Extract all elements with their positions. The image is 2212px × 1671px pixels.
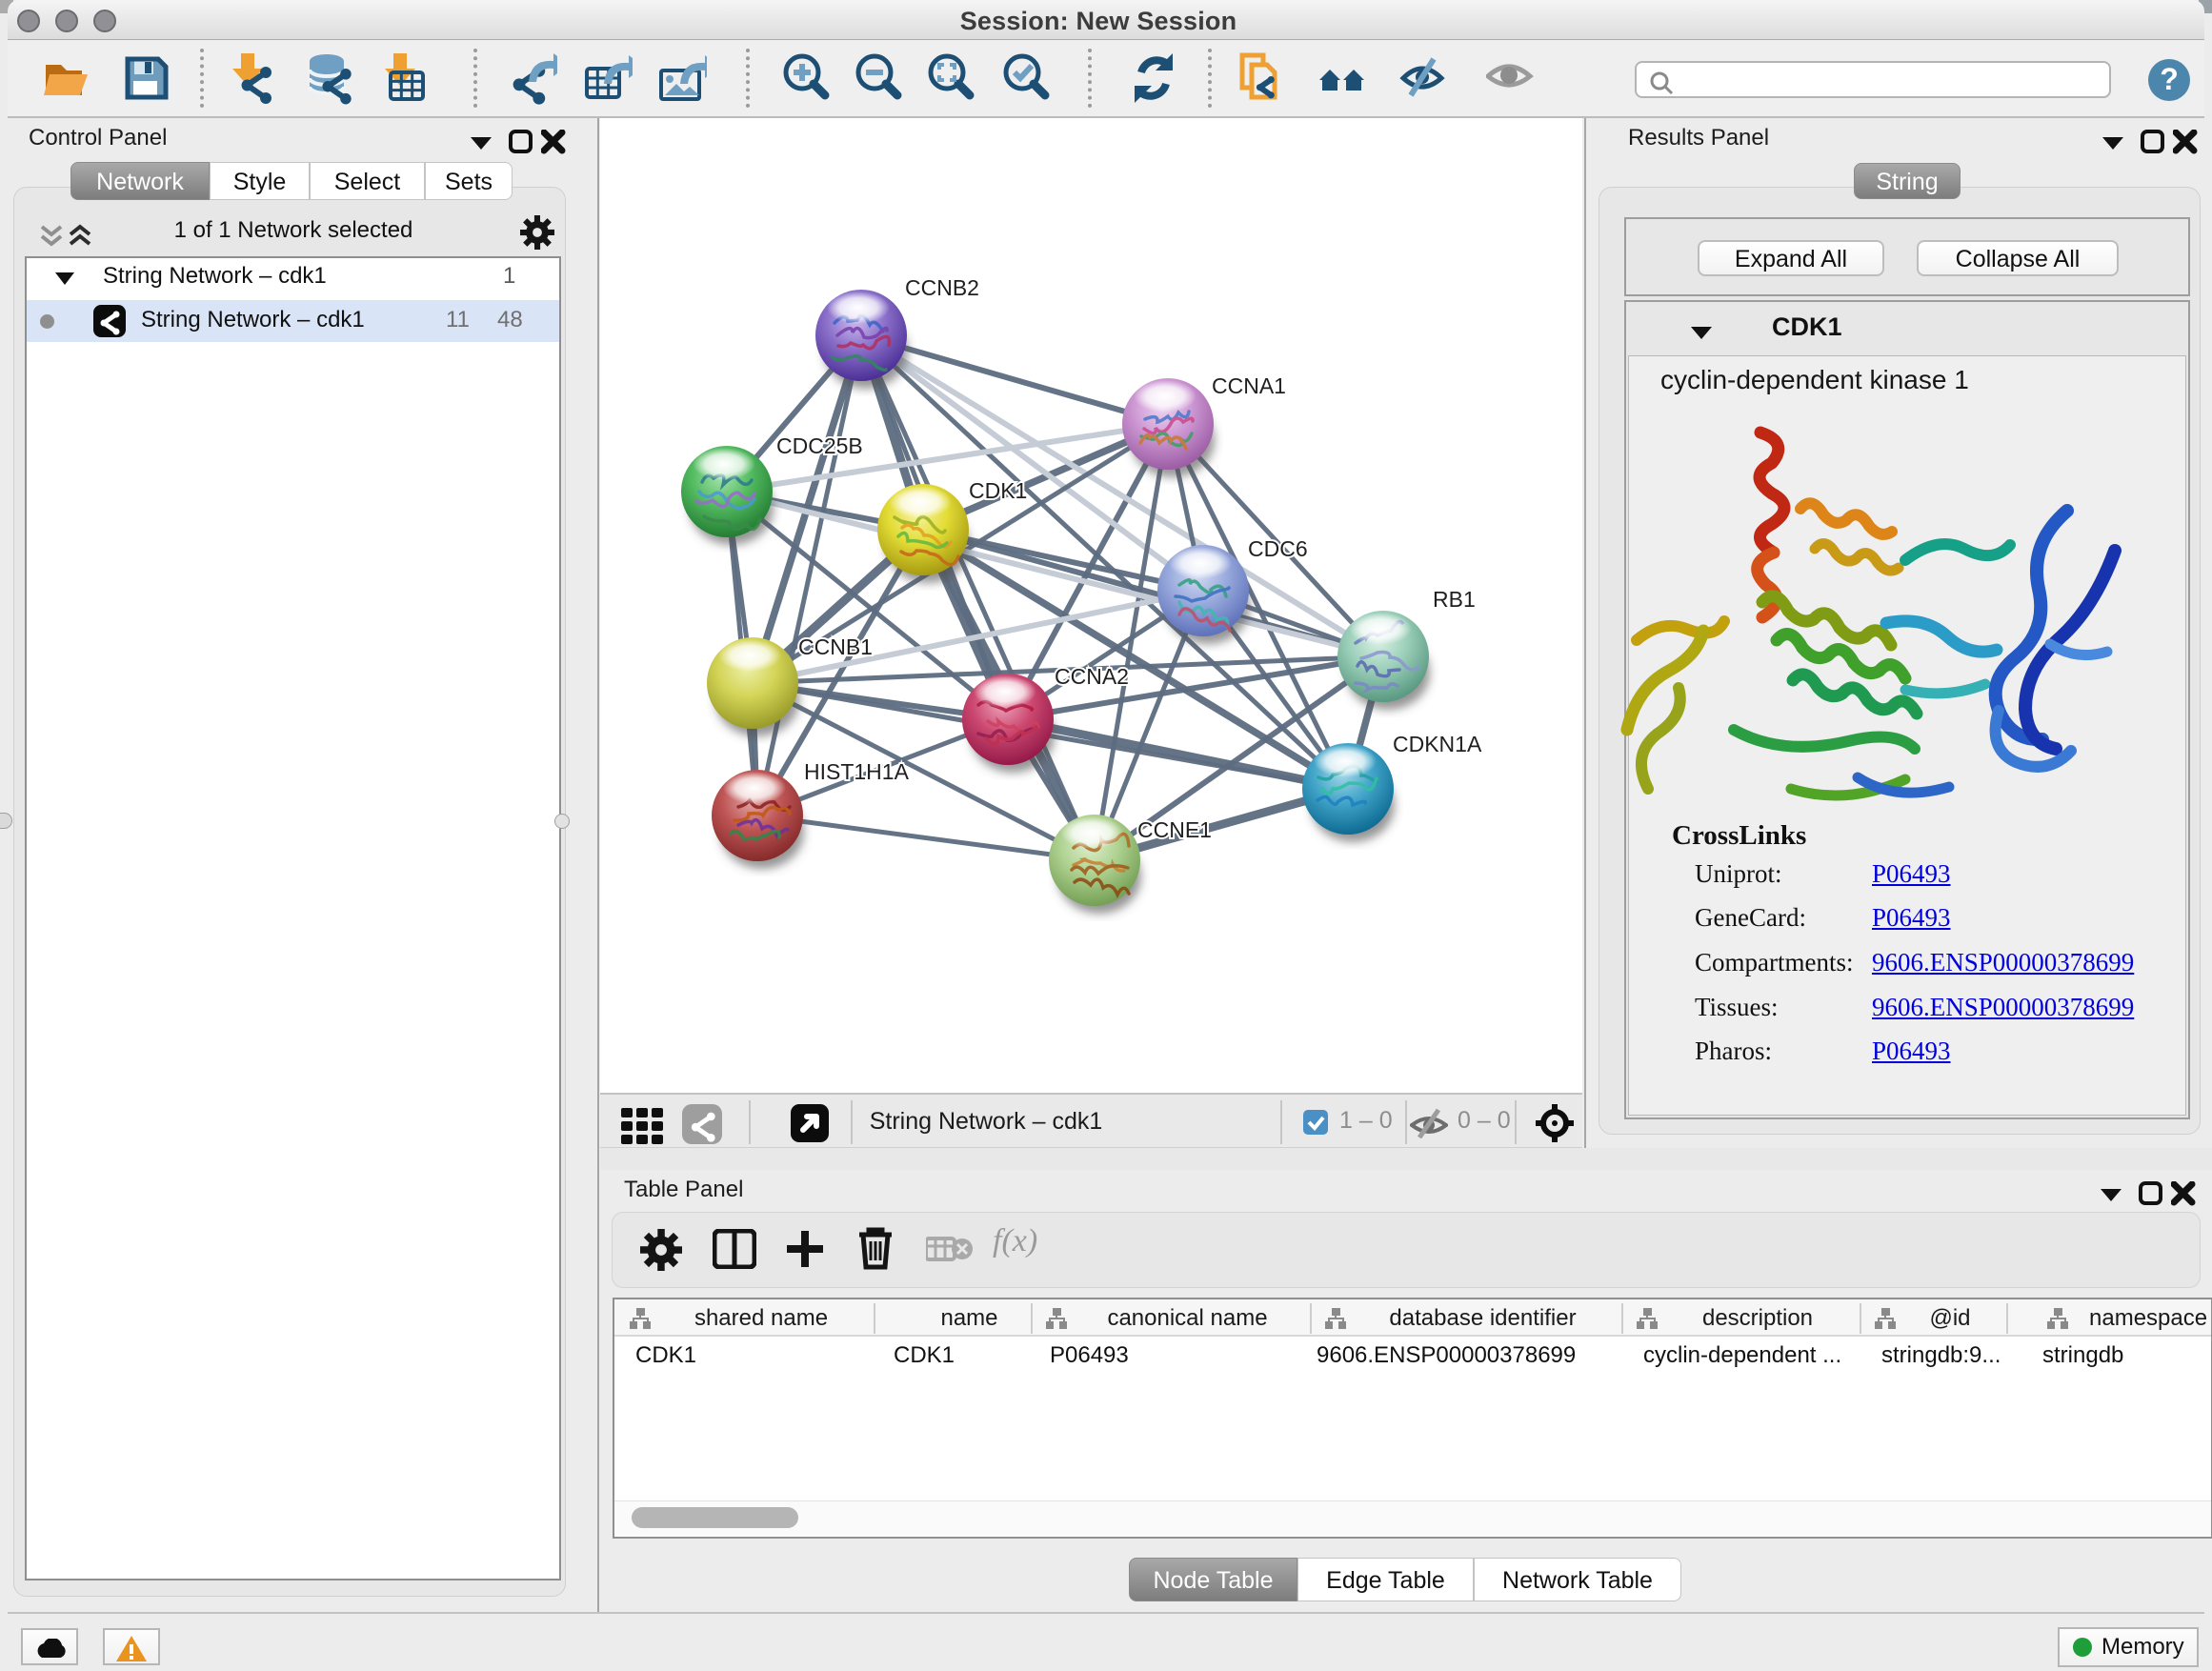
svg-text:CDC25B: CDC25B: [776, 433, 863, 458]
svg-text:CCNB2: CCNB2: [905, 275, 979, 300]
svg-text:CDKN1A: CDKN1A: [1393, 732, 1482, 756]
svg-text:HIST1H1A: HIST1H1A: [804, 759, 910, 784]
svg-text:CCNB1: CCNB1: [798, 634, 873, 659]
svg-text:CDC6: CDC6: [1248, 536, 1308, 561]
svg-text:CCNA2: CCNA2: [1055, 664, 1129, 689]
svg-text:CDK1: CDK1: [969, 478, 1027, 503]
svg-text:CCNE1: CCNE1: [1137, 817, 1212, 842]
svg-text:CCNA1: CCNA1: [1212, 373, 1286, 398]
svg-text:RB1: RB1: [1433, 587, 1476, 612]
svg-text:?: ?: [2160, 62, 2179, 96]
